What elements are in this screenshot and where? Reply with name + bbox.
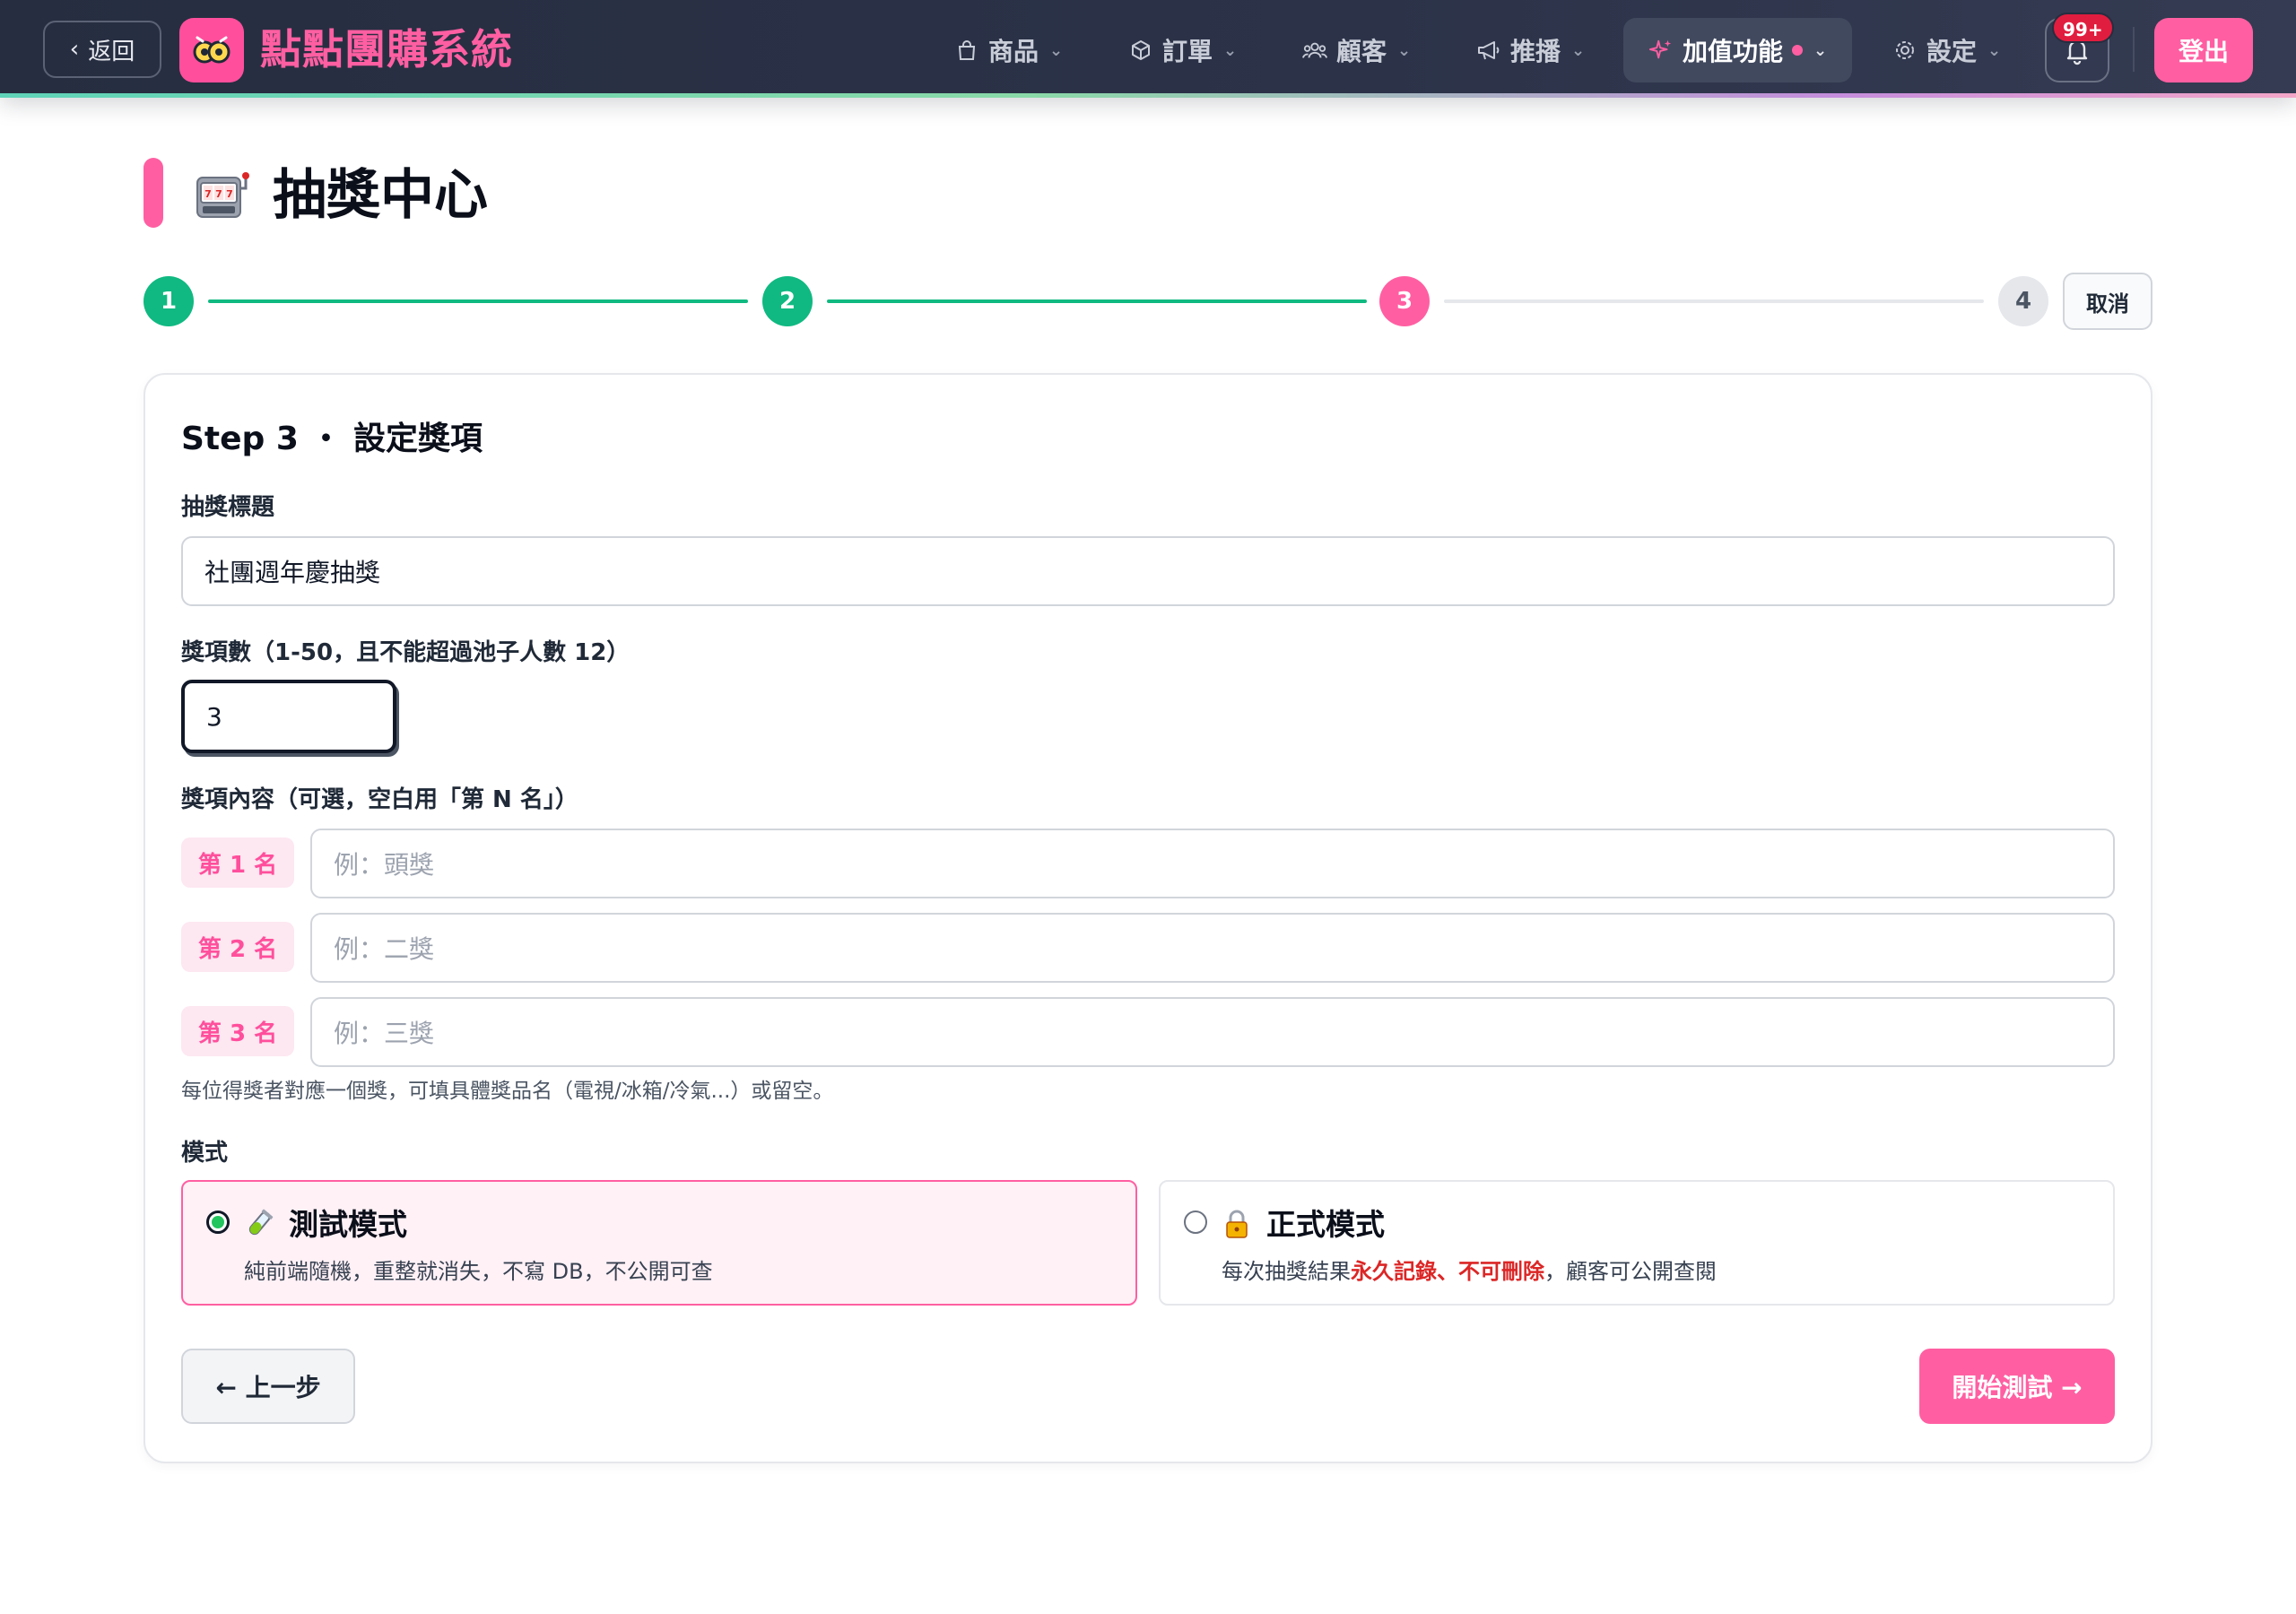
- previous-step-button[interactable]: ← 上一步: [181, 1349, 355, 1424]
- users-icon: [1302, 38, 1327, 63]
- step-indicator-3: 3: [1379, 276, 1430, 326]
- mode-title: 正式模式: [1266, 1207, 1385, 1242]
- chevron-down-icon: ⌄: [1049, 40, 1064, 60]
- brand-logo[interactable]: [179, 18, 244, 82]
- mode-radio-test[interactable]: [206, 1210, 230, 1234]
- mode-desc-suffix: ，顧客可公開查閱: [1544, 1259, 1717, 1284]
- page-title: 抽獎中心: [273, 164, 488, 227]
- shopping-bag-icon: [954, 38, 979, 63]
- nav-item-addons[interactable]: 加值功能 ⌄: [1623, 18, 1853, 82]
- nav-item-label: 顧客: [1336, 37, 1387, 66]
- megaphone-icon: [1476, 38, 1501, 63]
- nav-item-products[interactable]: 商品 ⌄: [933, 18, 1084, 82]
- test-tube-icon: [244, 1209, 274, 1239]
- prize-count-input[interactable]: 3: [181, 680, 396, 753]
- box-icon: [1128, 38, 1153, 63]
- start-test-button[interactable]: 開始測試 →: [1919, 1349, 2115, 1424]
- nav-item-label: 加值功能: [1683, 37, 1784, 66]
- nav-accent-line: [0, 93, 2296, 98]
- svg-text:7: 7: [215, 188, 222, 200]
- prize-name-input[interactable]: 例：三獎: [310, 997, 2115, 1067]
- prize-rank-badge: 第 3 名: [181, 1006, 294, 1056]
- sparkles-icon: [1648, 38, 1674, 63]
- nav-divider: [2133, 27, 2135, 72]
- chevron-down-icon: ⌄: [1223, 40, 1238, 60]
- mode-label: 模式: [181, 1140, 229, 1167]
- step-indicator-4: 4: [1998, 276, 2048, 326]
- nav-item-label: 訂單: [1162, 37, 1213, 66]
- top-nav: ‹ 返回 點點團購系統 商品 ⌄ 訂單 ⌄ 顧客 ⌄ 推播 ⌄ 加值功能 ⌄ 設…: [0, 0, 2296, 95]
- notification-count-badge: 99+: [2052, 13, 2114, 43]
- lottery-title-input[interactable]: 社團週年慶抽獎: [181, 536, 2115, 606]
- step-heading: Step 3 ・ 設定獎項: [181, 421, 483, 457]
- mode-option-formal[interactable]: 正式模式 每次抽獎結果永久記錄、不可刪除，顧客可公開查閱: [1159, 1180, 2115, 1306]
- nav-item-broadcast[interactable]: 推播 ⌄: [1455, 18, 1606, 82]
- step-indicator-2: 2: [762, 276, 813, 326]
- nav-item-label: 商品: [988, 37, 1039, 66]
- step-connector: [1444, 299, 1984, 303]
- svg-text:7: 7: [226, 188, 233, 200]
- step-indicator-1: 1: [144, 276, 194, 326]
- nav-item-label: 推播: [1510, 37, 1561, 66]
- chevron-down-icon: ⌄: [1987, 40, 2002, 60]
- prize-name-input[interactable]: 例：頭獎: [310, 829, 2115, 898]
- mode-option-test[interactable]: 測試模式 純前端隨機，重整就消失，不寫 DB，不公開可查: [181, 1180, 1137, 1306]
- brand-name[interactable]: 點點團購系統: [260, 22, 513, 77]
- cancel-button[interactable]: 取消: [2063, 273, 2152, 330]
- mode-description: 純前端隨機，重整就消失，不寫 DB，不公開可查: [244, 1259, 713, 1284]
- step-connector: [208, 299, 748, 303]
- nav-item-settings[interactable]: 設定 ⌄: [1871, 18, 2022, 82]
- logo-eyes-icon: [193, 36, 230, 64]
- chevron-down-icon: ⌄: [1571, 40, 1586, 60]
- back-button[interactable]: ‹ 返回: [43, 21, 161, 78]
- step-connector: [827, 299, 1367, 303]
- back-label: 返回: [88, 38, 135, 65]
- mode-description: 每次抽獎結果永久記錄、不可刪除，顧客可公開查閱: [1222, 1255, 1717, 1288]
- nav-item-customers[interactable]: 顧客 ⌄: [1281, 18, 1432, 82]
- slot-machine-icon: 7 7 7: [194, 170, 251, 221]
- logout-button[interactable]: 登出: [2154, 18, 2253, 82]
- prize-rank-badge: 第 1 名: [181, 837, 294, 888]
- permanent-record-warning: 永久記錄、不可刪除: [1351, 1259, 1544, 1284]
- mode-desc-prefix: 每次抽獎結果: [1222, 1259, 1351, 1284]
- title-field-label: 抽獎標題: [181, 494, 275, 521]
- nav-item-orders[interactable]: 訂單 ⌄: [1107, 18, 1258, 82]
- svg-text:7: 7: [204, 188, 212, 200]
- mode-radio-formal[interactable]: [1184, 1210, 1207, 1234]
- prize-content-label: 獎項內容（可選，空白用「第 N 名」）: [181, 786, 578, 813]
- prize-count-label: 獎項數（1-50，且不能超過池子人數 12）: [181, 639, 631, 666]
- prize-rank-badge: 第 2 名: [181, 922, 294, 972]
- nav-item-label: 設定: [1926, 37, 1978, 66]
- mode-title: 測試模式: [289, 1207, 407, 1242]
- title-accent-bar: [144, 158, 163, 228]
- lock-icon: [1222, 1209, 1252, 1239]
- new-indicator-dot: [1792, 45, 1804, 56]
- chevron-left-icon: ‹: [69, 36, 80, 63]
- gear-icon: [1892, 38, 1918, 63]
- chevron-down-icon: ⌄: [1813, 40, 1828, 60]
- prize-name-input[interactable]: 例：二獎: [310, 913, 2115, 983]
- prizes-hint: 每位得獎者對應一個獎，可填具體獎品名（電視/冰箱/冷氣...）或留空。: [181, 1080, 834, 1103]
- chevron-down-icon: ⌄: [1397, 40, 1412, 60]
